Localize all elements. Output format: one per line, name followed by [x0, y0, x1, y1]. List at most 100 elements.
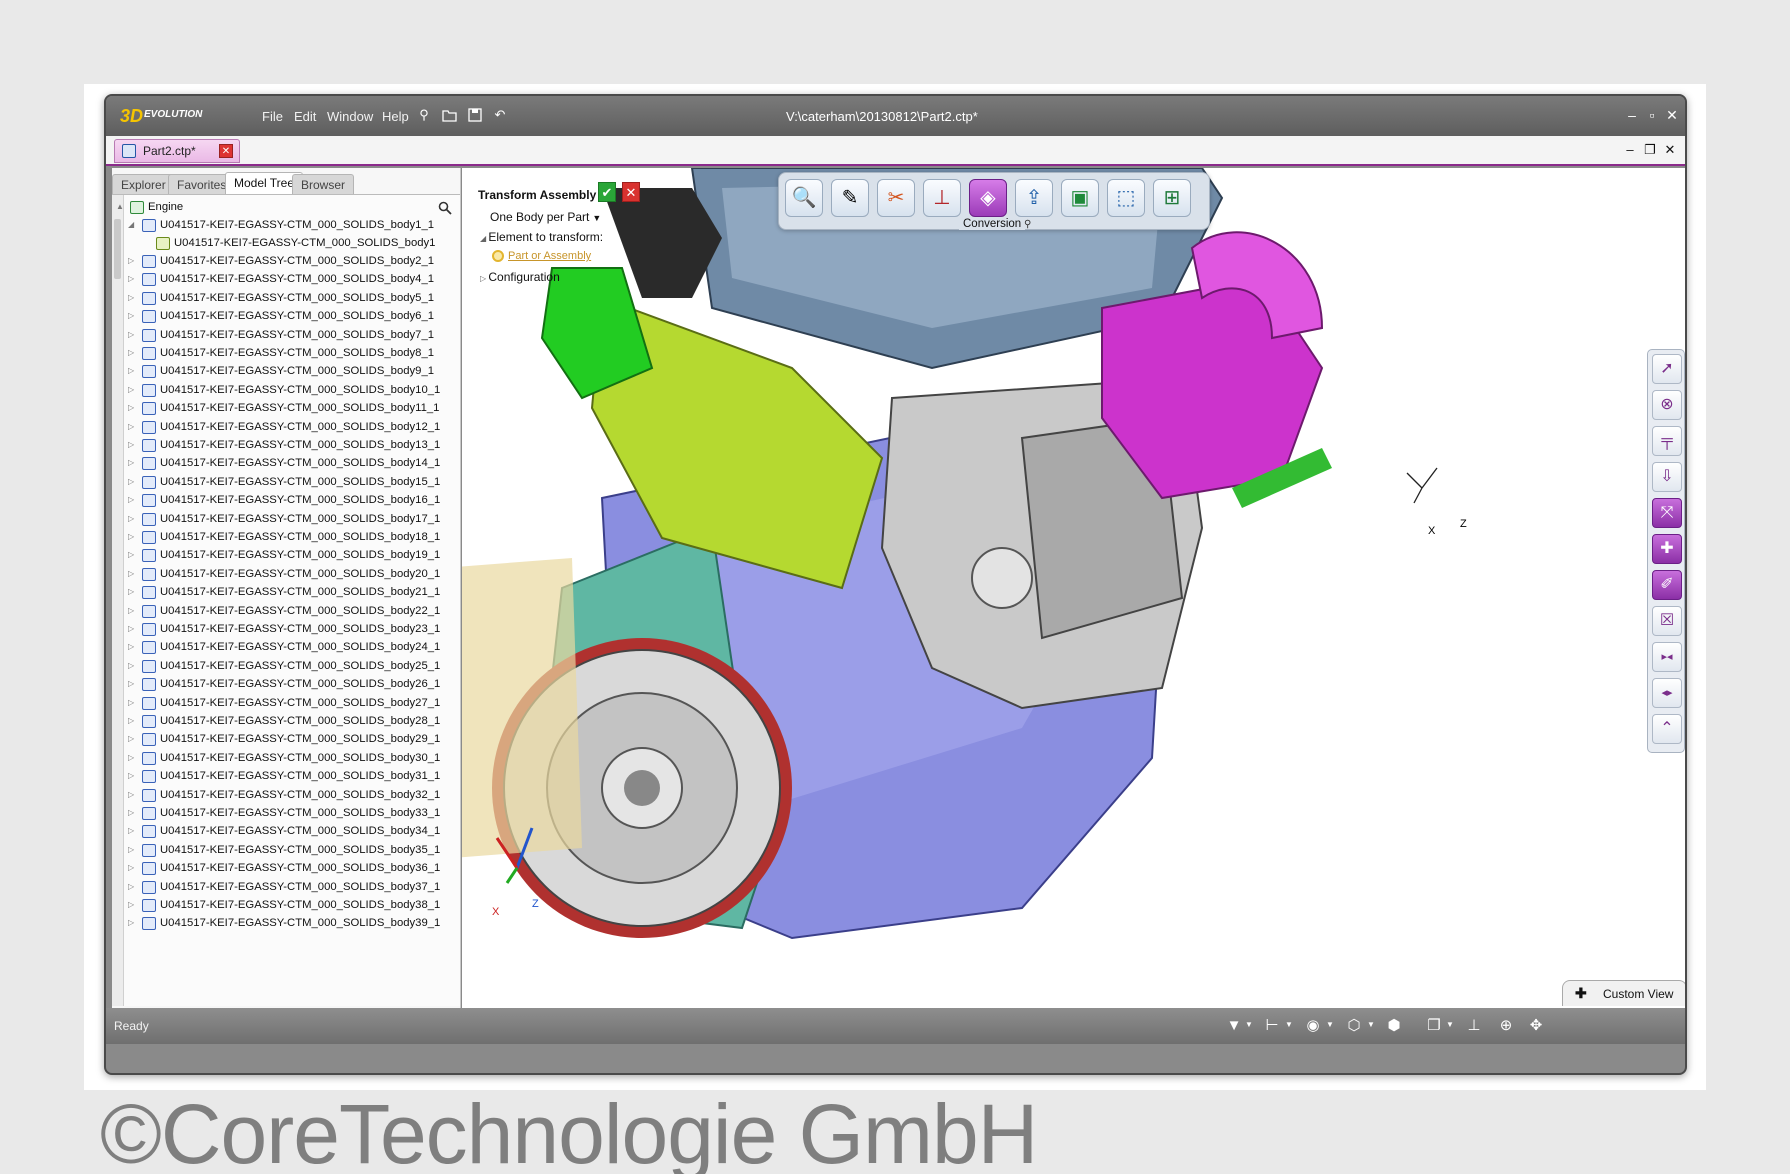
expand-icon[interactable]: ▷ — [128, 882, 138, 891]
tab-explorer[interactable]: Explorer — [112, 174, 175, 194]
expand-icon[interactable]: ▷ — [128, 477, 138, 486]
expand-icon[interactable]: ▷ — [128, 274, 138, 283]
document-tab[interactable]: Part2.ctp* ✕ — [114, 139, 240, 163]
add-icon[interactable]: ✚ — [1652, 534, 1682, 564]
viewport-3d[interactable]: X Z X Z Transform Assembly ✔ ✕ One Body … — [462, 168, 1687, 1008]
section-plane-icon[interactable]: ⊥ — [1464, 1017, 1484, 1035]
chevron-down-icon[interactable]: ▼ — [1446, 1020, 1454, 1029]
custom-view-tab[interactable]: ✚ Custom View — [1562, 980, 1685, 1006]
expand-icon[interactable]: ▷ — [128, 845, 138, 854]
ribbon-tools-icon[interactable]: ✂ — [877, 179, 915, 217]
edit-transform-icon[interactable]: ✐ — [1652, 570, 1682, 600]
search-icon[interactable] — [438, 201, 452, 215]
minimize-icon[interactable]: – — [1622, 106, 1642, 124]
collapse-icon[interactable]: ▲ — [116, 202, 126, 211]
ribbon-pin-icon[interactable]: ⚲ — [1024, 219, 1031, 230]
up-chevron-icon[interactable]: ⌃ — [1652, 714, 1682, 744]
ribbon-toolbox-icon[interactable]: ⊞ — [1153, 179, 1191, 217]
ribbon-frame-icon[interactable]: ▣ — [1061, 179, 1099, 217]
nail-icon[interactable]: ╤ — [1652, 426, 1682, 456]
open-folder-icon[interactable] — [442, 107, 458, 123]
expand-icon[interactable]: ▷ — [128, 532, 138, 541]
expand-icon[interactable]: ▷ — [128, 698, 138, 707]
select-arrow-icon[interactable]: ➚ — [1652, 354, 1682, 384]
expand-icon[interactable]: ▷ — [128, 330, 138, 339]
ribbon-measure-icon[interactable]: ⊥ — [923, 179, 961, 217]
configuration-node[interactable]: ▷ Configuration — [480, 270, 560, 284]
expand-icon[interactable]: ▷ — [128, 256, 138, 265]
expand-icon[interactable]: ▷ — [128, 366, 138, 375]
pin-icon[interactable]: ⚲ — [416, 107, 432, 123]
expand-icon[interactable]: ▷ — [128, 311, 138, 320]
save-icon[interactable] — [467, 107, 483, 123]
expand-icon[interactable]: ▷ — [128, 495, 138, 504]
close-tab-icon[interactable]: ✕ — [219, 144, 233, 158]
menu-window[interactable]: Window — [327, 109, 373, 124]
cancel-button[interactable]: ✕ — [622, 182, 640, 202]
expand-icon[interactable]: ▷ — [128, 422, 138, 431]
align-icon[interactable]: ◂▸ — [1652, 678, 1682, 708]
tree-scrollbar[interactable] — [112, 195, 124, 1006]
tab-browser[interactable]: Browser — [292, 174, 355, 194]
menu-help[interactable]: Help — [382, 109, 409, 124]
doc-minimize-icon[interactable]: – — [1622, 142, 1638, 158]
eye-icon[interactable]: ◉ — [1303, 1017, 1323, 1035]
center-icon[interactable]: ▸◂ — [1652, 642, 1682, 672]
expand-icon[interactable]: ▷ — [128, 403, 138, 412]
expand-icon[interactable]: ▷ — [128, 679, 138, 688]
menu-edit[interactable]: Edit — [294, 109, 316, 124]
expand-icon[interactable]: ▷ — [128, 293, 138, 302]
close-icon[interactable]: ✕ — [1662, 106, 1682, 124]
expand-icon[interactable]: ▷ — [128, 826, 138, 835]
engine-model[interactable] — [462, 168, 1687, 1008]
expand-icon[interactable]: ▷ — [128, 550, 138, 559]
expand-icon[interactable]: ▷ — [128, 771, 138, 780]
ribbon-select-box-icon[interactable]: ⬚ — [1107, 179, 1145, 217]
pan-icon[interactable]: ✥ — [1526, 1017, 1546, 1035]
undo-icon[interactable]: ↶ — [492, 107, 508, 123]
chevron-down-icon[interactable]: ▼ — [1285, 1020, 1293, 1029]
collapse-icon[interactable]: ◢ — [128, 220, 138, 229]
expand-icon[interactable]: ▷ — [128, 716, 138, 725]
expand-icon[interactable]: ▷ — [128, 440, 138, 449]
move-part-icon[interactable]: ⇩ — [1652, 462, 1682, 492]
expand-icon[interactable]: ▷ — [128, 661, 138, 670]
box-icon[interactable]: ☒ — [1652, 606, 1682, 636]
layers-icon[interactable]: ❐ — [1424, 1017, 1444, 1035]
part-or-assembly-link[interactable]: Part or Assembly — [508, 250, 591, 262]
expand-icon[interactable]: ▷ — [128, 863, 138, 872]
expand-icon[interactable]: ▷ — [128, 348, 138, 357]
expand-icon[interactable]: ▷ — [128, 918, 138, 927]
expand-icon[interactable]: ▷ — [128, 753, 138, 762]
cube-icon[interactable]: ⬡ — [1344, 1017, 1364, 1035]
confirm-button[interactable]: ✔ — [598, 182, 616, 202]
expand-icon[interactable]: ▷ — [128, 606, 138, 615]
mode-dropdown[interactable]: One Body per Part ▼ — [490, 210, 601, 224]
chevron-down-icon[interactable]: ▼ — [1245, 1020, 1253, 1029]
expand-icon[interactable]: ▷ — [128, 790, 138, 799]
expand-icon[interactable]: ▷ — [128, 734, 138, 743]
maximize-icon[interactable]: ▫ — [1642, 106, 1662, 124]
ribbon-edit-icon[interactable]: ✎ — [831, 179, 869, 217]
menu-file[interactable]: File — [262, 109, 283, 124]
tree-structure-icon[interactable]: ⊢ — [1262, 1017, 1282, 1035]
scrollbar-thumb[interactable] — [114, 219, 121, 279]
doc-restore-icon[interactable]: ❐ — [1642, 142, 1658, 158]
expand-icon[interactable]: ▷ — [128, 587, 138, 596]
shaded-cube-icon[interactable]: ⬢ — [1384, 1017, 1404, 1035]
expand-icon[interactable]: ▷ — [128, 642, 138, 651]
chevron-down-icon[interactable]: ▼ — [1367, 1020, 1375, 1029]
transform-icon[interactable]: ⤧ — [1652, 498, 1682, 528]
ribbon-conversion-icon[interactable]: ◈ — [969, 179, 1007, 217]
expand-icon[interactable]: ▷ — [128, 458, 138, 467]
expand-icon[interactable]: ▷ — [128, 900, 138, 909]
ribbon-search-icon[interactable]: 🔍 — [785, 179, 823, 217]
filter-icon[interactable]: ▼ — [1224, 1017, 1244, 1035]
expand-icon[interactable]: ▷ — [128, 624, 138, 633]
element-to-transform[interactable]: ◢ Element to transform: — [480, 230, 603, 244]
cancel-circle-icon[interactable]: ⊗ — [1652, 390, 1682, 420]
expand-icon[interactable]: ▷ — [128, 385, 138, 394]
chevron-down-icon[interactable]: ▼ — [1326, 1020, 1334, 1029]
doc-close-icon[interactable]: ✕ — [1662, 142, 1678, 158]
expand-icon[interactable]: ▷ — [128, 569, 138, 578]
